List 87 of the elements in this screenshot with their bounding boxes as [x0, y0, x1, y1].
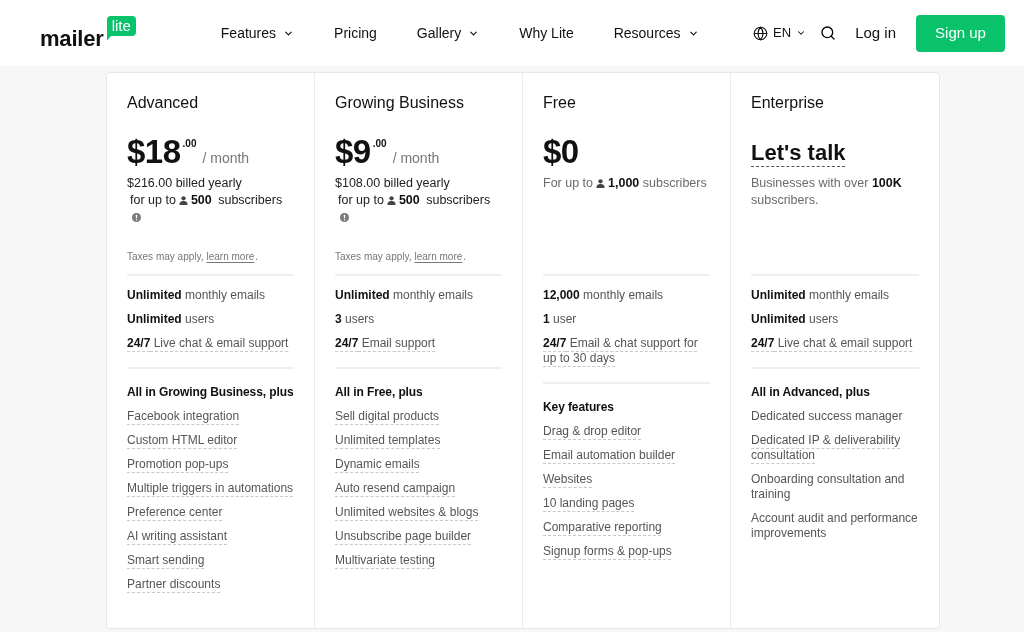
nav-link[interactable]: Resources [613, 24, 699, 42]
person-icon [178, 196, 188, 205]
price-cents: .00 [182, 138, 197, 150]
login-link[interactable]: Log in [855, 24, 896, 42]
feature-item: Sell digital products [335, 409, 440, 424]
plan-stat: 24/7 Live chat & email support [127, 336, 289, 351]
features-heading: All in Growing Business, plus [127, 385, 294, 400]
plan-stat: Unlimited monthly emails [127, 288, 266, 303]
price-period: / month [202, 150, 250, 166]
feature-item: Multiple triggers in automations [127, 481, 294, 496]
feature-item: Preference center [127, 505, 223, 520]
feature-item: Facebook integration [127, 409, 240, 424]
feature-item: Auto resend campaign [335, 481, 456, 496]
chevron-down-icon [796, 28, 807, 38]
feature-item: Multivariate testing [335, 553, 436, 568]
search-icon[interactable] [820, 25, 837, 41]
subscriber-text: for up to [130, 193, 176, 207]
nav-link[interactable]: Features [220, 24, 295, 42]
plan-description: Businesses with over 100K subscribers. [751, 175, 903, 209]
plan-name: Free [543, 93, 576, 113]
plan-stat: Unlimited users [127, 312, 215, 327]
price-amount: $9 [335, 134, 371, 170]
plan-name: Growing Business [335, 93, 464, 113]
plan-stat: 3 users [335, 312, 375, 327]
plan-stat: 24/7 Email support [335, 336, 436, 351]
subscriber-text: subscribers [426, 193, 491, 207]
plan-name: Advanced [127, 93, 199, 113]
feature-item: Onboarding consultation and training [751, 472, 906, 502]
features-heading: All in Advanced, plus [751, 385, 870, 400]
person-icon [596, 179, 606, 188]
feature-item: Dedicated success manager [751, 409, 903, 424]
price-heading[interactable]: Let's talk [751, 138, 846, 168]
feature-item: Dynamic emails [335, 457, 420, 472]
taxes-note: Taxes may apply, [335, 250, 412, 264]
feature-item: 10 landing pages [543, 496, 635, 511]
plan-stat: Unlimited monthly emails [751, 288, 890, 303]
feature-item: Unlimited templates [335, 433, 441, 448]
subscriber-count: 500 [398, 193, 420, 207]
price-amount: $0 [543, 134, 579, 170]
billing-note: $108.00 billed yearly [335, 175, 450, 192]
feature-item: AI writing assistant [127, 529, 228, 544]
taxes-note: . [463, 250, 467, 264]
features-heading: All in Free, plus [335, 385, 423, 400]
subscriber-count: 1,000 [608, 176, 640, 190]
plan-stat: Unlimited users [751, 312, 839, 327]
feature-item: Smart sending [127, 553, 205, 568]
price-period: / month [392, 150, 440, 166]
subscriber-text: subscribers [218, 193, 283, 207]
price-amount: $18 [127, 134, 181, 170]
plan-stat: Unlimited monthly emails [335, 288, 474, 303]
feature-item: Signup forms & pop-ups [543, 544, 672, 559]
feature-item: Partner discounts [127, 577, 221, 592]
feature-item: Account audit and performance improvements [751, 511, 919, 541]
info-icon[interactable] [340, 213, 349, 222]
plan-stat: 12,000 monthly emails [543, 288, 664, 303]
feature-item: Promotion pop-ups [127, 457, 229, 472]
feature-item: Email automation builder [543, 448, 676, 463]
learn-more-link[interactable]: learn more [206, 250, 255, 264]
feature-item: Custom HTML editor [127, 433, 238, 448]
info-icon[interactable] [132, 213, 141, 222]
nav-link[interactable]: Gallery [416, 24, 480, 42]
plan-stat: 24/7 Live chat & email support [751, 336, 913, 351]
learn-more-link[interactable]: learn more [414, 250, 463, 264]
subscriber-text: for up to [338, 193, 384, 207]
logo-text: mailer [40, 28, 104, 50]
feature-item: Websites [543, 472, 593, 487]
feature-item: Unsubscribe page builder [335, 529, 472, 544]
subscriber-text: For up to [543, 176, 594, 190]
taxes-note: . [255, 250, 259, 264]
feature-item: Unlimited websites & blogs [335, 505, 479, 520]
nav-link[interactable]: Pricing [334, 24, 377, 42]
feature-item: Drag & drop editor [543, 424, 642, 439]
feature-item: Comparative reporting [543, 520, 662, 535]
person-icon [386, 196, 396, 205]
subscriber-count: 500 [190, 193, 212, 207]
plan-stat: 1 user [543, 312, 577, 327]
plan-stat: 24/7 Email & chat support for up to 30 days [543, 336, 699, 366]
globe-icon [753, 25, 769, 41]
language-selector[interactable]: EN [753, 25, 807, 41]
taxes-note: Taxes may apply, [127, 250, 204, 264]
nav-link[interactable]: Why Lite [519, 24, 574, 42]
feature-item: Dedicated IP & deliverability consultation [751, 433, 902, 463]
features-heading: Key features [543, 400, 614, 415]
subscriber-text: subscribers [642, 176, 707, 190]
price-cents: .00 [372, 138, 387, 150]
plan-name: Enterprise [751, 93, 824, 113]
billing-note: $216.00 billed yearly [127, 175, 242, 192]
